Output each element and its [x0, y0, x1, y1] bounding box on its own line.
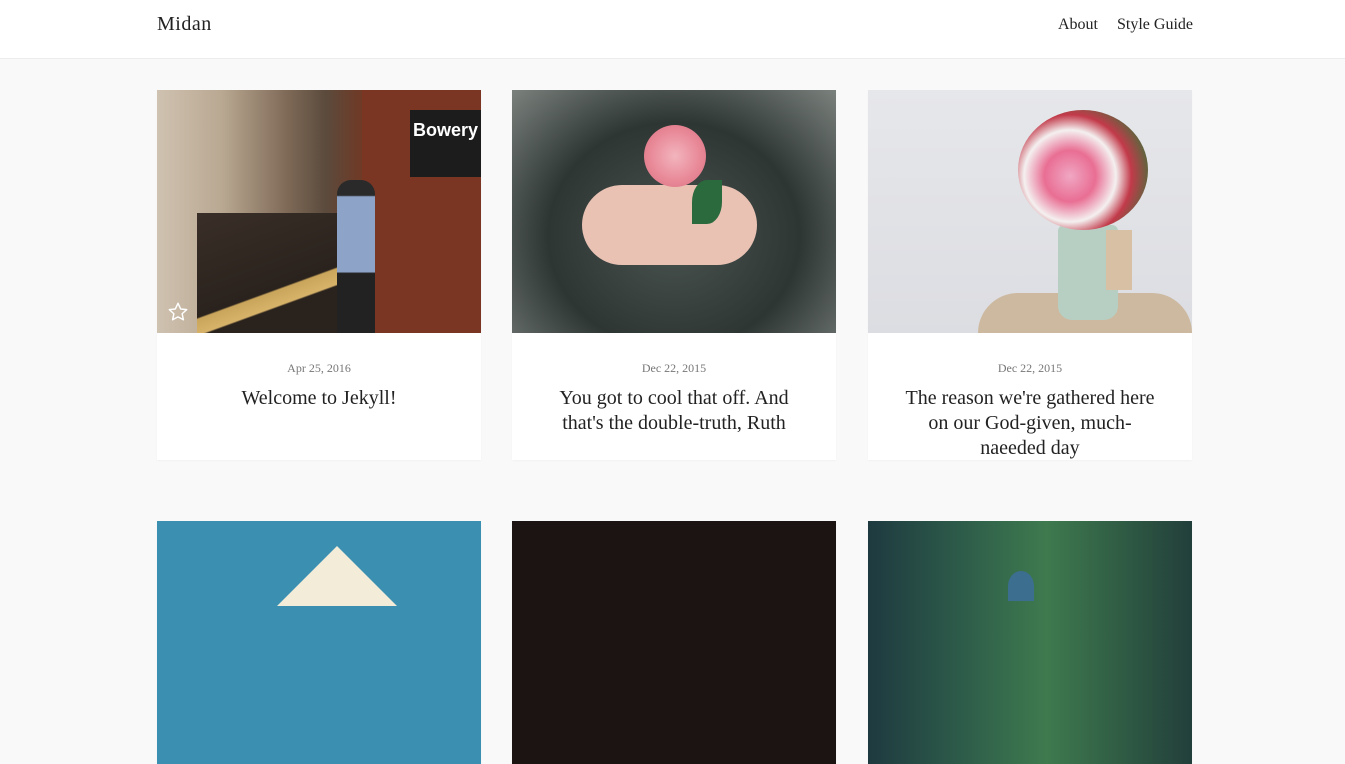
person-figure [337, 180, 375, 333]
site-logo[interactable]: Midan [157, 13, 212, 36]
sign-text: Bowery [413, 120, 479, 140]
post-title[interactable]: You got to cool that off. And that's the… [512, 386, 836, 436]
hiker-shape [1008, 571, 1034, 601]
post-card[interactable]: Dec 22, 2015 The reason we're gathered h… [868, 90, 1192, 460]
post-card[interactable] [868, 521, 1192, 764]
building-peak-shape [277, 546, 397, 606]
nav-item-about[interactable]: About [1058, 16, 1098, 34]
post-card[interactable] [157, 521, 481, 764]
bowery-sign: Bowery [410, 110, 481, 177]
post-image-flowers[interactable] [868, 90, 1192, 333]
post-card[interactable] [512, 521, 836, 764]
tag-shape [1106, 230, 1132, 290]
post-card[interactable]: Bowery Apr 25, 2016 Welcome to Jekyll! [157, 90, 481, 460]
leaf-shape [692, 180, 722, 224]
post-title[interactable]: Welcome to Jekyll! [157, 386, 481, 411]
post-title[interactable]: The reason we're gathered here on our Go… [868, 386, 1192, 461]
post-card-body: Apr 25, 2016 Welcome to Jekyll! [157, 333, 481, 460]
featured-star-icon [168, 302, 188, 321]
post-date: Dec 22, 2015 [641, 361, 707, 375]
rose-shape [644, 125, 706, 187]
post-card-body: Dec 22, 2015 You got to cool that off. A… [512, 333, 836, 460]
main-nav: About Style Guide [1058, 16, 1193, 34]
bouquet-shape [1018, 110, 1148, 230]
post-date: Dec 22, 2015 [997, 361, 1063, 375]
post-image-dark[interactable] [512, 521, 836, 764]
post-image-building[interactable] [157, 521, 481, 764]
nav-item-style-guide[interactable]: Style Guide [1117, 16, 1193, 34]
post-image-forest[interactable] [868, 521, 1192, 764]
hands-shape [582, 185, 757, 265]
site-header: Midan About Style Guide [0, 0, 1345, 59]
post-image-subway[interactable]: Bowery [157, 90, 481, 333]
post-card[interactable]: Dec 22, 2015 You got to cool that off. A… [512, 90, 836, 460]
post-date: Apr 25, 2016 [287, 361, 351, 375]
subway-tracks [197, 213, 347, 333]
post-image-rose[interactable] [512, 90, 836, 333]
post-card-body: Dec 22, 2015 The reason we're gathered h… [868, 333, 1192, 460]
